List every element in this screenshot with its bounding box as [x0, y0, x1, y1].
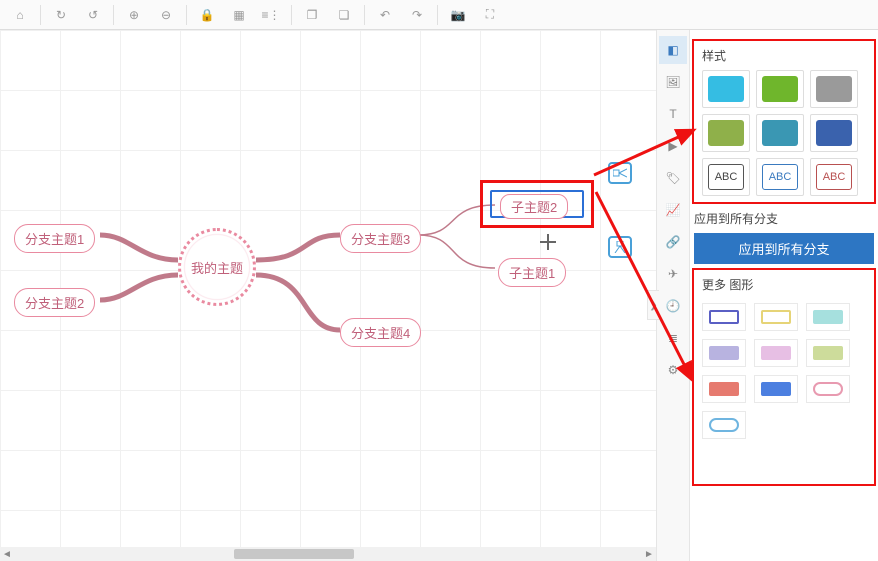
shape-option-2[interactable]	[754, 303, 798, 331]
image-icon[interactable]: 🖼	[659, 68, 687, 96]
style-swatch-abc-1[interactable]: ABC	[702, 158, 750, 196]
branch-topic-2-label: 分支主题2	[25, 296, 84, 311]
shape-option-5[interactable]	[754, 339, 798, 367]
sub-topic-2[interactable]: 子主题2	[500, 194, 568, 219]
top-toolbar: ⌂ ↻↺ ⊕⊖ 🔒▦≡⋮ ❐❏ ↶↷ 📷⛶	[0, 0, 878, 30]
redo-icon[interactable]: ↻	[45, 1, 77, 29]
align-icon[interactable]: ≡⋮	[255, 1, 287, 29]
branch-topic-2[interactable]: 分支主题2	[14, 288, 95, 317]
history-icon[interactable]: 🕘	[659, 292, 687, 320]
collapse-panel-chevron[interactable]: ❯	[647, 290, 659, 320]
branch-topic-3[interactable]: 分支主题3	[340, 224, 421, 253]
branch-topic-1-label: 分支主题1	[25, 232, 84, 247]
horizontal-scrollbar[interactable]: ◄ ►	[0, 547, 656, 561]
layout-option-icon-2[interactable]	[608, 236, 632, 258]
paste-icon[interactable]: ❏	[328, 1, 360, 29]
branch-topic-4-label: 分支主题4	[351, 326, 410, 341]
branch-topic-3-label: 分支主题3	[351, 232, 410, 247]
redo2-icon[interactable]: ↷	[401, 1, 433, 29]
add-child-icon[interactable]	[540, 234, 556, 250]
style-swatch-5[interactable]	[756, 114, 804, 152]
undo2-icon[interactable]: ↶	[369, 1, 401, 29]
toolbar-divider	[40, 5, 41, 25]
more-shapes-grid	[702, 299, 868, 439]
apply-header: 应用到所有分支	[694, 210, 874, 227]
more-shapes-section: 更多 图形	[692, 268, 876, 486]
home-icon[interactable]: ⌂	[4, 1, 36, 29]
chart-icon[interactable]: 📈	[659, 196, 687, 224]
settings-icon[interactable]: ⚙	[659, 356, 687, 384]
zoom-in-icon[interactable]: ⊕	[118, 1, 150, 29]
style-swatch-2[interactable]	[756, 70, 804, 108]
side-icon-strip: ❯ ◧🖼T▶🏷📈🔗✈🕘≣⚙	[656, 30, 690, 561]
video-icon[interactable]: ▶	[659, 132, 687, 160]
shape-option-8[interactable]	[754, 375, 798, 403]
styles-header: 样式	[702, 47, 868, 64]
toolbar-divider	[364, 5, 365, 25]
text-icon[interactable]: T	[659, 100, 687, 128]
center-topic[interactable]: 我的主题	[178, 228, 256, 306]
apply-all-button[interactable]: 应用到所有分支	[694, 233, 874, 264]
shapes-icon[interactable]: ◧	[659, 36, 687, 64]
lock-icon[interactable]: 🔒	[191, 1, 223, 29]
toolbar-divider	[186, 5, 187, 25]
layers-icon[interactable]: ≣	[659, 324, 687, 352]
style-swatch-abc-3[interactable]: ABC	[810, 158, 858, 196]
plane-icon[interactable]: ✈	[659, 260, 687, 288]
style-swatch-3[interactable]	[810, 70, 858, 108]
undo-icon[interactable]: ↺	[77, 1, 109, 29]
style-swatch-abc-2[interactable]: ABC	[756, 158, 804, 196]
scroll-left-arrow[interactable]: ◄	[0, 549, 14, 560]
style-swatch-1[interactable]	[702, 70, 750, 108]
styles-section: 样式 ABCABCABC	[692, 39, 876, 204]
camera-icon[interactable]: 📷	[442, 1, 474, 29]
branch-topic-4[interactable]: 分支主题4	[340, 318, 421, 347]
style-swatch-6[interactable]	[810, 114, 858, 152]
shape-option-7[interactable]	[702, 375, 746, 403]
layout-option-icon-1[interactable]	[608, 162, 632, 184]
shape-option-4[interactable]	[702, 339, 746, 367]
link-icon[interactable]: 🔗	[659, 228, 687, 256]
mindmap-canvas[interactable]: 我的主题 分支主题1 分支主题2 分支主题3 分支主题4 子主题1 子主题2 ◄…	[0, 30, 656, 561]
shape-option-9[interactable]	[806, 375, 850, 403]
selection-highlight-inner: 子主题2	[490, 190, 584, 218]
style-swatch-grid: ABCABCABC	[702, 70, 868, 196]
shape-panel: 思维导图图形 样式 ABCABCABC 应用到所有分支 应用到所有分支 更多 图…	[690, 0, 878, 561]
style-swatch-4[interactable]	[702, 114, 750, 152]
scroll-right-arrow[interactable]: ►	[642, 549, 656, 560]
sub-topic-2-label: 子主题2	[511, 200, 557, 215]
tag-icon[interactable]: 🏷	[659, 164, 687, 192]
more-shapes-header: 更多 图形	[702, 276, 868, 293]
shape-option-6[interactable]	[806, 339, 850, 367]
toolbar-divider	[113, 5, 114, 25]
sub-topic-1-label: 子主题1	[509, 266, 555, 281]
shape-option-10[interactable]	[702, 411, 746, 439]
expand-icon[interactable]: ⛶	[474, 1, 506, 29]
copy-icon[interactable]: ❐	[296, 1, 328, 29]
sub-topic-1[interactable]: 子主题1	[498, 258, 566, 287]
shape-option-1[interactable]	[702, 303, 746, 331]
scroll-thumb[interactable]	[234, 549, 354, 559]
toolbar-divider	[437, 5, 438, 25]
center-topic-label: 我的主题	[191, 258, 243, 277]
zoom-out-icon[interactable]: ⊖	[150, 1, 182, 29]
connectors	[0, 30, 656, 561]
grid-icon[interactable]: ▦	[223, 1, 255, 29]
branch-topic-1[interactable]: 分支主题1	[14, 224, 95, 253]
shape-option-3[interactable]	[806, 303, 850, 331]
toolbar-divider	[291, 5, 292, 25]
